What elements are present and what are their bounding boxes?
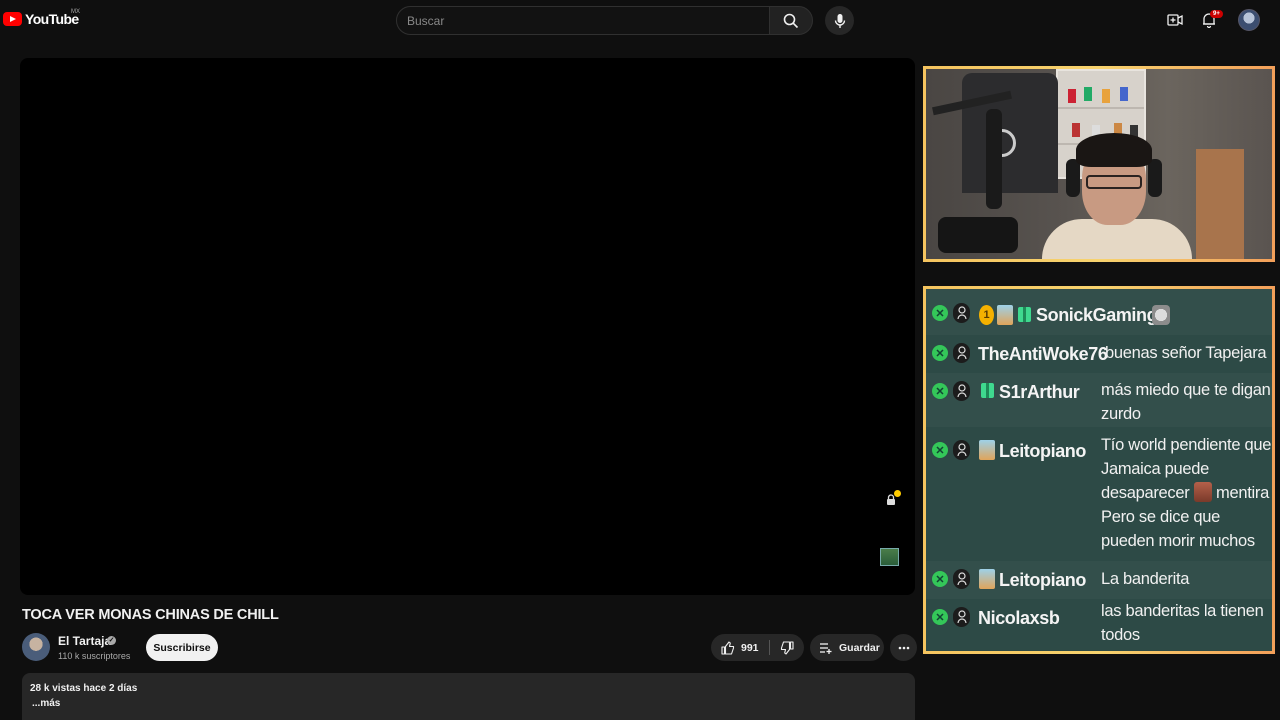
- chat-message: ✕ TheAntiWoke76 buenas señor Tapejara: [926, 335, 1272, 373]
- verified-check-icon: ✓: [107, 636, 116, 645]
- logo-country-code: MX: [71, 9, 80, 15]
- user-icon: [953, 607, 970, 627]
- subscriber-badge-icon: [979, 569, 995, 589]
- create-video-icon: [1167, 14, 1183, 26]
- chat-text: Tío world pendiente que Jamaica puede de…: [1101, 433, 1272, 553]
- chat-username: Leitopiano: [999, 570, 1086, 590]
- thumbs-down-icon: [780, 640, 794, 655]
- video-player[interactable]: [20, 58, 915, 595]
- chat-username: SonickGaming: [1036, 305, 1158, 325]
- account-avatar[interactable]: [1238, 9, 1260, 31]
- subscriber-badge-icon: [979, 440, 995, 460]
- chat-username: Nicolaxsb: [978, 608, 1060, 628]
- xbox-icon: ✕: [932, 305, 948, 321]
- gift-icon: [981, 383, 994, 398]
- chat-message: ✕ Leitopiano Tío world pendiente que Jam…: [926, 427, 1272, 561]
- like-button[interactable]: 991: [711, 634, 769, 661]
- alert-dot-icon: [894, 490, 901, 497]
- chat-message: ✕ 1 SonickGaming: [926, 289, 1272, 335]
- live-chat-overlay: ✕ 1 SonickGaming ✕ TheAntiWoke76 buenas …: [923, 286, 1275, 654]
- channel-name[interactable]: El Tartaja: [58, 634, 111, 648]
- chat-message: ✕ Leitopiano La banderita: [926, 561, 1272, 599]
- like-dislike-group: 991: [711, 634, 804, 661]
- masthead: YouTube MX 9+: [0, 0, 1280, 40]
- description-box[interactable]: 28 k vistas hace 2 días ...más: [22, 673, 915, 720]
- gift-icon: [1018, 307, 1031, 322]
- notification-count-badge: 9+: [1210, 10, 1223, 18]
- voice-search-button[interactable]: [825, 6, 854, 35]
- user-icon: [953, 440, 970, 460]
- search-icon: [783, 13, 799, 28]
- search-box: [396, 6, 814, 35]
- video-title: TOCA VER MONAS CHINAS DE CHILL: [22, 607, 279, 623]
- channel-watermark[interactable]: [880, 548, 899, 566]
- user-icon: [953, 303, 970, 323]
- streamer-webcam: [923, 66, 1275, 262]
- xbox-icon: ✕: [932, 345, 948, 361]
- chat-text: La banderita: [1101, 570, 1190, 588]
- more-horizontal-icon: [898, 646, 909, 649]
- emote-icon: [1193, 482, 1212, 502]
- chat-username: Leitopiano: [999, 441, 1086, 461]
- subscriber-badge-icon: [997, 305, 1013, 325]
- user-icon: [953, 569, 970, 589]
- search-button[interactable]: [769, 6, 813, 35]
- chat-text: buenas señor Tapejara: [1105, 344, 1267, 362]
- user-icon: [953, 381, 970, 401]
- xbox-icon: ✕: [932, 383, 948, 399]
- youtube-logo[interactable]: YouTube MX: [3, 9, 80, 27]
- coin-badge-icon: 1: [979, 305, 994, 325]
- more-actions-button[interactable]: [890, 634, 917, 661]
- subscribe-button[interactable]: Suscribirse: [146, 634, 218, 661]
- create-button[interactable]: [1164, 9, 1186, 31]
- save-label: Guardar: [839, 641, 880, 654]
- chat-username: S1rArthur: [999, 382, 1080, 402]
- subscriber-count: 110 k suscriptores: [58, 651, 131, 661]
- view-count-and-date: 28 k vistas hace 2 días: [30, 683, 138, 694]
- save-button[interactable]: Guardar: [810, 634, 884, 661]
- show-more-link[interactable]: ...más: [32, 698, 60, 709]
- dislike-button[interactable]: [770, 634, 804, 661]
- playlist-add-icon: [820, 642, 832, 654]
- cat-emote-icon: [1152, 305, 1170, 325]
- xbox-icon: ✕: [932, 442, 948, 458]
- channel-avatar[interactable]: [22, 633, 50, 661]
- xbox-icon: ✕: [932, 571, 948, 587]
- chat-text: más miedo que te digan zurdo: [1101, 381, 1271, 423]
- chat-username: TheAntiWoke76: [978, 344, 1108, 364]
- chat-text: las banderitas la tienen todos: [1101, 602, 1264, 644]
- chat-message: ✕ S1rArthur más miedo que te digan zurdo: [926, 373, 1272, 427]
- chat-message: ✕ Nicolaxsb las banderitas la tienen tod…: [926, 599, 1272, 651]
- thumbs-up-icon: [721, 640, 735, 655]
- user-icon: [953, 343, 970, 363]
- search-input[interactable]: [396, 6, 770, 35]
- microphone-icon: [834, 13, 845, 28]
- xbox-icon: ✕: [932, 609, 948, 625]
- like-count: 991: [741, 641, 759, 654]
- youtube-play-icon: [3, 12, 22, 26]
